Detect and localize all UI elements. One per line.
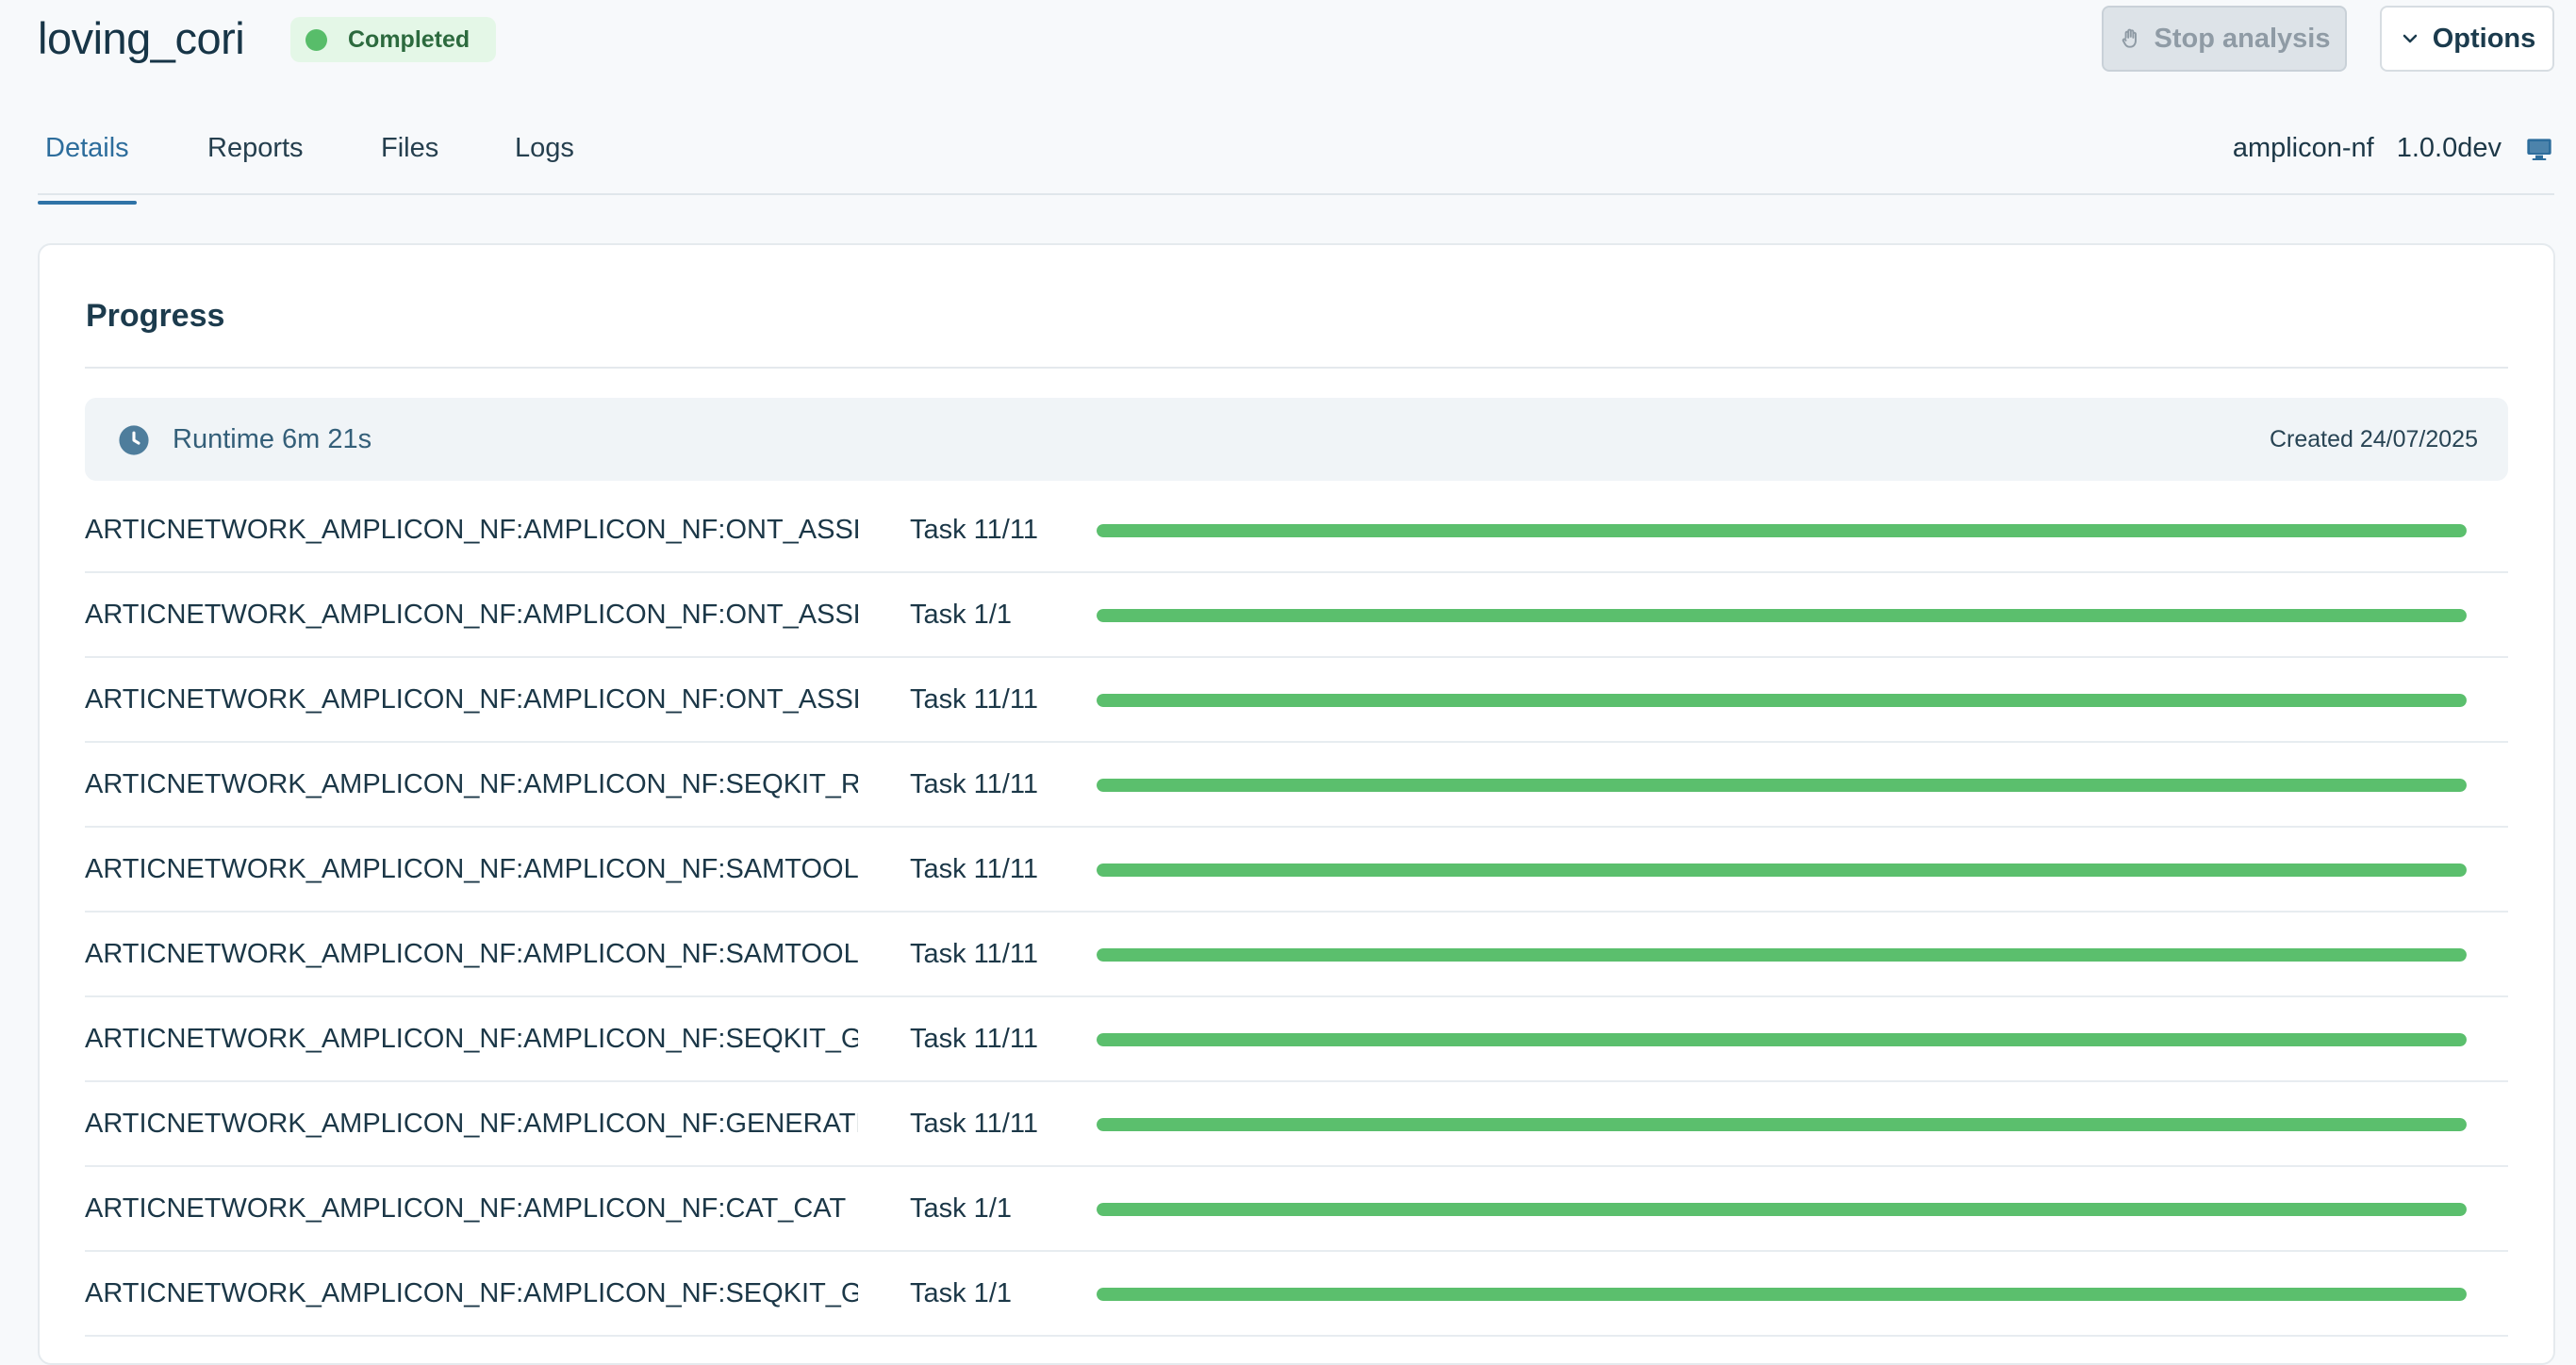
tab-logs[interactable]: Logs: [515, 123, 574, 174]
task-row: ARTICNETWORK_AMPLICON_NF:AMPLICON_NF:ONT…: [85, 573, 2508, 658]
task-name: ARTICNETWORK_AMPLICON_NF:AMPLICON_NF:ONT…: [85, 684, 858, 715]
task-row: ARTICNETWORK_AMPLICON_NF:AMPLICON_NF:ONT…: [85, 488, 2508, 573]
options-button[interactable]: Options: [2380, 6, 2554, 72]
task-count: Task 1/1: [910, 1193, 1012, 1224]
task-row: ARTICNETWORK_AMPLICON_NF:AMPLICON_NF:GEN…: [85, 1082, 2508, 1167]
task-progress-bar: [1097, 524, 2467, 537]
task-count: Task 11/11: [910, 1024, 1038, 1054]
status-dot-icon: [305, 28, 327, 51]
tab-files[interactable]: Files: [381, 123, 438, 174]
progress-card: Progress Runtime 6m 21s Created 24/07/20…: [38, 243, 2555, 1365]
task-name: ARTICNETWORK_AMPLICON_NF:AMPLICON_NF:SAM…: [85, 939, 858, 969]
task-progress-bar: [1097, 1288, 2467, 1301]
task-name: ARTICNETWORK_AMPLICON_NF:AMPLICON_NF:SEQ…: [85, 1278, 858, 1308]
task-row: ARTICNETWORK_AMPLICON_NF:AMPLICON_NF:ONT…: [85, 658, 2508, 743]
task-progress-fill: [1097, 779, 2467, 792]
task-progress-fill: [1097, 609, 2467, 622]
monitor-icon: [2527, 138, 2551, 160]
status-label: Completed: [348, 25, 471, 53]
task-name: ARTICNETWORK_AMPLICON_NF:AMPLICON_NF:SEQ…: [85, 1024, 858, 1054]
task-progress-bar: [1097, 1033, 2467, 1046]
status-badge: Completed: [290, 17, 497, 62]
page-header: loving_cori Completed Stop analysis Opti…: [38, 0, 2554, 79]
stop-analysis-button[interactable]: Stop analysis: [2102, 6, 2347, 72]
task-progress-fill: [1097, 1033, 2467, 1046]
clock-icon: [119, 425, 149, 455]
task-list: ARTICNETWORK_AMPLICON_NF:AMPLICON_NF:ONT…: [85, 488, 2508, 1337]
task-progress-bar: [1097, 1118, 2467, 1131]
tab-details[interactable]: Details: [38, 123, 137, 205]
task-count: Task 11/11: [910, 939, 1038, 969]
task-row: ARTICNETWORK_AMPLICON_NF:AMPLICON_NF:SEQ…: [85, 1252, 2508, 1337]
options-label: Options: [2432, 23, 2536, 54]
pipeline-info: amplicon-nf 1.0.0dev: [2233, 123, 2554, 174]
task-progress-fill: [1097, 863, 2467, 877]
task-progress-bar: [1097, 779, 2467, 792]
run-title: loving_cori: [38, 13, 245, 63]
task-progress-fill: [1097, 948, 2467, 962]
pipeline-name[interactable]: amplicon-nf: [2233, 133, 2374, 164]
task-count: Task 11/11: [910, 684, 1038, 715]
created-date: Created 24/07/2025: [2269, 426, 2478, 452]
task-row: ARTICNETWORK_AMPLICON_NF:AMPLICON_NF:SEQ…: [85, 997, 2508, 1082]
task-progress-fill: [1097, 694, 2467, 707]
task-name: ARTICNETWORK_AMPLICON_NF:AMPLICON_NF:SEQ…: [85, 769, 858, 799]
task-row: ARTICNETWORK_AMPLICON_NF:AMPLICON_NF:SEQ…: [85, 743, 2508, 828]
hand-stop-icon: [2122, 28, 2137, 48]
runtime-bar: Runtime 6m 21s Created 24/07/2025: [85, 398, 2508, 481]
task-count: Task 11/11: [910, 515, 1038, 545]
tab-bar: Details Reports Files Logs amplicon-nf 1…: [38, 106, 2554, 205]
task-name: ARTICNETWORK_AMPLICON_NF:AMPLICON_NF:SAM…: [85, 854, 858, 884]
chevron-down-icon: [2403, 34, 2417, 43]
task-name: ARTICNETWORK_AMPLICON_NF:AMPLICON_NF:CAT…: [85, 1193, 847, 1224]
tab-reports[interactable]: Reports: [207, 123, 304, 174]
task-name: ARTICNETWORK_AMPLICON_NF:AMPLICON_NF:ONT…: [85, 600, 858, 630]
pipeline-version: 1.0.0dev: [2396, 133, 2502, 163]
task-name: ARTICNETWORK_AMPLICON_NF:AMPLICON_NF:GEN…: [85, 1109, 858, 1139]
task-row: ARTICNETWORK_AMPLICON_NF:AMPLICON_NF:CAT…: [85, 1167, 2508, 1252]
task-progress-bar: [1097, 609, 2467, 622]
task-progress-bar: [1097, 863, 2467, 877]
task-count: Task 11/11: [910, 769, 1038, 799]
progress-title: Progress: [86, 298, 225, 334]
task-progress-bar: [1097, 1203, 2467, 1216]
stop-analysis-label: Stop analysis: [2154, 23, 2331, 54]
task-count: Task 1/1: [910, 600, 1012, 630]
task-progress-bar: [1097, 694, 2467, 707]
task-progress-fill: [1097, 1203, 2467, 1216]
task-count: Task 11/11: [910, 1109, 1038, 1139]
task-row: ARTICNETWORK_AMPLICON_NF:AMPLICON_NF:SAM…: [85, 913, 2508, 997]
task-progress-fill: [1097, 1288, 2467, 1301]
task-name: ARTICNETWORK_AMPLICON_NF:AMPLICON_NF:ONT…: [85, 515, 858, 545]
task-row: ARTICNETWORK_AMPLICON_NF:AMPLICON_NF:SAM…: [85, 828, 2508, 913]
divider: [85, 367, 2508, 369]
runtime-label: Runtime 6m 21s: [173, 424, 372, 454]
task-progress-fill: [1097, 524, 2467, 537]
task-progress-bar: [1097, 948, 2467, 962]
task-count: Task 11/11: [910, 854, 1038, 884]
task-progress-fill: [1097, 1118, 2467, 1131]
task-count: Task 1/1: [910, 1278, 1012, 1308]
